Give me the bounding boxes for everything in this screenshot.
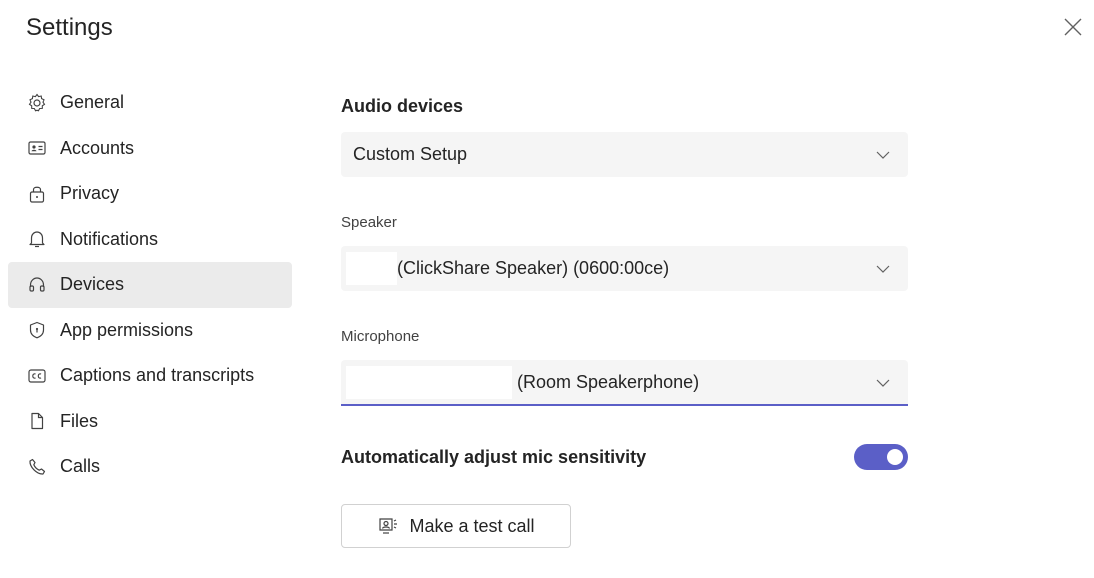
lock-icon bbox=[26, 183, 48, 205]
test-call-icon bbox=[379, 518, 398, 534]
speaker-value: (ClickShare Speaker) (0600:00ce) bbox=[397, 258, 670, 278]
sidebar-item-privacy[interactable]: Privacy bbox=[8, 171, 292, 217]
sidebar-item-label: App permissions bbox=[60, 319, 194, 340]
chevron-down-icon bbox=[876, 265, 890, 273]
redacted-block bbox=[346, 365, 512, 399]
sidebar-item-label: General bbox=[60, 92, 125, 113]
file-icon bbox=[26, 410, 48, 432]
sidebar-item-label: Privacy bbox=[60, 183, 120, 204]
speaker-select[interactable]: (ClickShare Speaker) (0600:00ce) bbox=[341, 246, 908, 291]
redacted-block bbox=[346, 252, 397, 285]
id-card-icon bbox=[26, 137, 48, 159]
sidebar-item-captions-and-transcripts[interactable]: Captions and transcripts bbox=[8, 353, 292, 399]
shield-icon bbox=[26, 319, 48, 341]
sidebar-item-label: Notifications bbox=[60, 228, 159, 249]
auto-adjust-label: Automatically adjust mic sensitivity bbox=[341, 447, 647, 467]
settings-sidebar: General Accounts Privacy Notifications D… bbox=[8, 80, 292, 490]
speaker-label: Speaker bbox=[341, 214, 397, 231]
sidebar-item-notifications[interactable]: Notifications bbox=[8, 217, 292, 263]
microphone-select[interactable]: (Room Speakerphone) bbox=[341, 360, 908, 406]
chevron-down-icon bbox=[876, 379, 890, 387]
audio-device-value: Custom Setup bbox=[353, 144, 468, 164]
sidebar-item-app-permissions[interactable]: App permissions bbox=[8, 308, 292, 354]
make-test-call-button[interactable]: Make a test call bbox=[341, 504, 571, 548]
audio-device-select[interactable]: Custom Setup bbox=[341, 132, 908, 177]
sidebar-item-label: Captions and transcripts bbox=[60, 365, 255, 386]
sidebar-item-calls[interactable]: Calls bbox=[8, 444, 292, 490]
phone-icon bbox=[26, 456, 48, 478]
sidebar-item-label: Devices bbox=[60, 274, 125, 295]
microphone-label: Microphone bbox=[341, 328, 420, 345]
page-title: Settings bbox=[26, 14, 113, 41]
cc-icon bbox=[26, 365, 48, 387]
microphone-value: (Room Speakerphone) bbox=[517, 371, 700, 392]
sidebar-item-general[interactable]: General bbox=[8, 80, 292, 126]
auto-adjust-toggle[interactable] bbox=[854, 444, 908, 470]
sidebar-item-accounts[interactable]: Accounts bbox=[8, 126, 292, 172]
close-icon bbox=[1064, 18, 1082, 36]
auto-adjust-row: Automatically adjust mic sensitivity bbox=[341, 444, 908, 474]
chevron-down-icon bbox=[876, 151, 890, 159]
sidebar-item-devices[interactable]: Devices bbox=[8, 262, 292, 308]
sidebar-item-files[interactable]: Files bbox=[8, 399, 292, 445]
sidebar-item-label: Files bbox=[60, 410, 99, 431]
headset-icon bbox=[26, 274, 48, 296]
section-title-audio-devices: Audio devices bbox=[341, 96, 464, 116]
gear-icon bbox=[26, 92, 48, 114]
toggle-knob bbox=[887, 449, 903, 465]
sidebar-item-label: Calls bbox=[60, 456, 101, 477]
sidebar-item-label: Accounts bbox=[60, 137, 135, 158]
make-test-call-label: Make a test call bbox=[409, 515, 535, 536]
bell-icon bbox=[26, 228, 48, 250]
close-button[interactable] bbox=[1062, 16, 1084, 38]
